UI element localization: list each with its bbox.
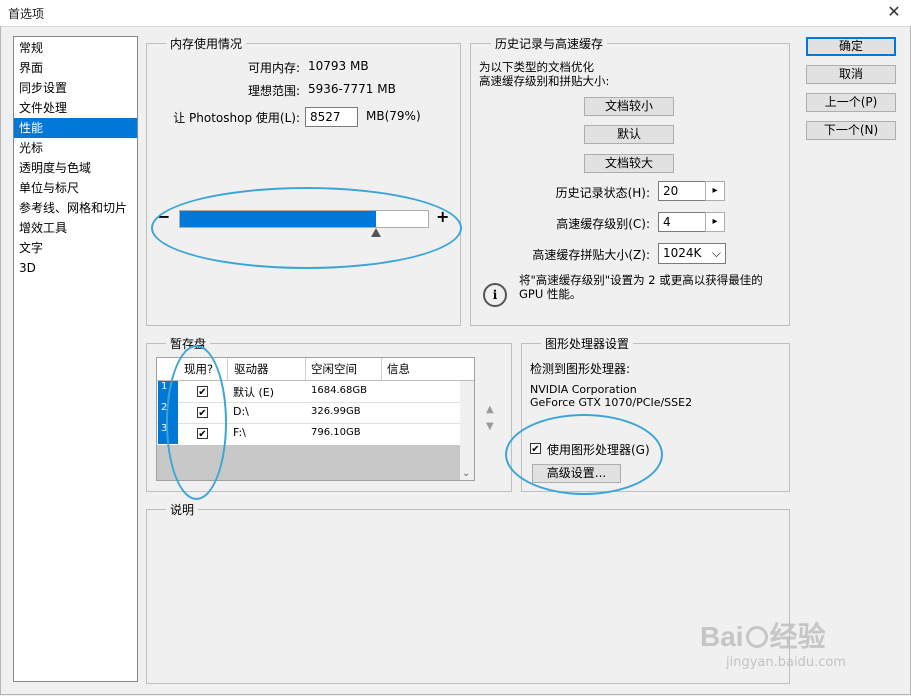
- history-states-spinner[interactable]: ▸: [705, 181, 725, 201]
- window-title: 首选项: [8, 7, 45, 21]
- free-space: 796.10GB: [311, 427, 361, 438]
- gpu-group-label: 图形处理器设置: [541, 335, 634, 352]
- sidebar-item-transparency[interactable]: 透明度与色域: [14, 158, 137, 178]
- col-drive-header: 驱动器: [234, 362, 269, 376]
- ideal-range-label: 理想范围:: [247, 84, 300, 98]
- header-divider: [305, 358, 306, 380]
- cache-levels-input[interactable]: 4: [658, 212, 706, 232]
- cache-tile-size-select[interactable]: 1024K ⌵: [658, 243, 726, 264]
- header-divider: [381, 358, 382, 380]
- drive-name: 默认 (E): [233, 386, 275, 399]
- sidebar-item-file-handling[interactable]: 文件处理: [14, 98, 137, 118]
- detected-gpu-label: 检测到图形处理器:: [530, 362, 631, 376]
- slider-highlight-ring: [151, 187, 462, 269]
- cache-levels-label: 高速缓存级别(C):: [556, 217, 650, 231]
- sidebar-item-type[interactable]: 文字: [14, 238, 137, 258]
- sidebar-item-guides[interactable]: 参考线、网格和切片: [14, 198, 137, 218]
- cache-tile-size-value: 1024K: [663, 246, 702, 260]
- title-bar: [0, 0, 911, 27]
- paw-icon: [745, 626, 768, 648]
- watermark-logo: Bai 经验: [700, 615, 826, 655]
- memory-group-label: 内存使用情况: [166, 35, 247, 52]
- sidebar-item-units[interactable]: 单位与标尺: [14, 178, 137, 198]
- sidebar-item-cursors[interactable]: 光标: [14, 138, 137, 158]
- tall-thin-docs-button[interactable]: 文档较小: [584, 97, 674, 116]
- gpu-info-line2: GPU 性能。: [519, 287, 582, 301]
- history-group-label: 历史记录与高速缓存: [491, 35, 608, 52]
- col-info-header: 信息: [387, 362, 410, 376]
- history-states-label: 历史记录状态(H):: [555, 186, 650, 200]
- watermark-suffix: 经验: [769, 621, 826, 652]
- sidebar-item-interface[interactable]: 界面: [14, 58, 137, 78]
- cancel-button[interactable]: 取消: [806, 65, 896, 84]
- header-divider: [227, 358, 228, 380]
- available-ram-label: 可用内存:: [247, 61, 300, 75]
- sidebar-item-performance[interactable]: 性能: [14, 118, 137, 138]
- ideal-range-value: 5936-7771 MB: [308, 82, 396, 96]
- gpu-vendor: NVIDIA Corporation: [530, 383, 637, 396]
- history-states-input[interactable]: 20: [658, 181, 706, 201]
- cache-tile-size-label: 高速缓存拼贴大小(Z):: [532, 248, 650, 262]
- scroll-down-icon[interactable]: ⌄: [462, 468, 470, 479]
- next-button[interactable]: 下一个(N): [806, 121, 896, 140]
- chevron-down-icon: ⌵: [711, 246, 721, 260]
- default-button[interactable]: 默认: [584, 125, 674, 144]
- available-ram-value: 10793 MB: [308, 59, 369, 73]
- previous-button[interactable]: 上一个(P): [806, 93, 896, 112]
- category-list[interactable]: 常规 界面 同步设置 文件处理 性能 光标 透明度与色域 单位与标尺 参考线、网…: [13, 36, 138, 682]
- watermark-url: jingyan.baidu.com: [726, 655, 846, 670]
- watermark-brand: Bai: [700, 621, 744, 652]
- col-free-space-header: 空闲空间: [311, 362, 357, 376]
- info-icon: i: [483, 283, 507, 307]
- close-icon[interactable]: ✕: [884, 2, 904, 22]
- sidebar-item-3d[interactable]: 3D: [14, 258, 137, 278]
- cache-levels-spinner[interactable]: ▸: [705, 212, 725, 232]
- active-column-highlight-ring: [166, 345, 227, 500]
- memory-amount-input[interactable]: 8527: [305, 107, 358, 127]
- gpu-model: GeForce GTX 1070/PCIe/SSE2: [530, 396, 693, 409]
- memory-usage-group: [146, 43, 461, 326]
- free-space: 1684.68GB: [311, 385, 367, 396]
- drive-name: F:\: [233, 426, 246, 439]
- sidebar-item-sync[interactable]: 同步设置: [14, 78, 137, 98]
- sidebar-item-general[interactable]: 常规: [14, 38, 137, 58]
- sidebar-item-plugins[interactable]: 增效工具: [14, 218, 137, 238]
- photoshop-use-label: 让 Photoshop 使用(L):: [173, 111, 300, 125]
- free-space: 326.99GB: [311, 406, 361, 417]
- big-flat-docs-button[interactable]: 文档较大: [584, 154, 674, 173]
- memory-unit-percent: MB(79%): [366, 109, 421, 123]
- description-group: [146, 509, 790, 684]
- ok-button[interactable]: 确定: [806, 37, 896, 56]
- gpu-highlight-ring: [505, 414, 663, 495]
- table-scrollbar[interactable]: ⌄: [460, 381, 474, 480]
- move-down-icon[interactable]: ▼: [486, 421, 494, 432]
- drive-name: D:\: [233, 405, 249, 418]
- description-group-label: 说明: [166, 501, 199, 518]
- optimize-text-line2: 高速缓存级别和拼贴大小:: [479, 74, 610, 88]
- move-up-icon[interactable]: ▲: [486, 404, 494, 415]
